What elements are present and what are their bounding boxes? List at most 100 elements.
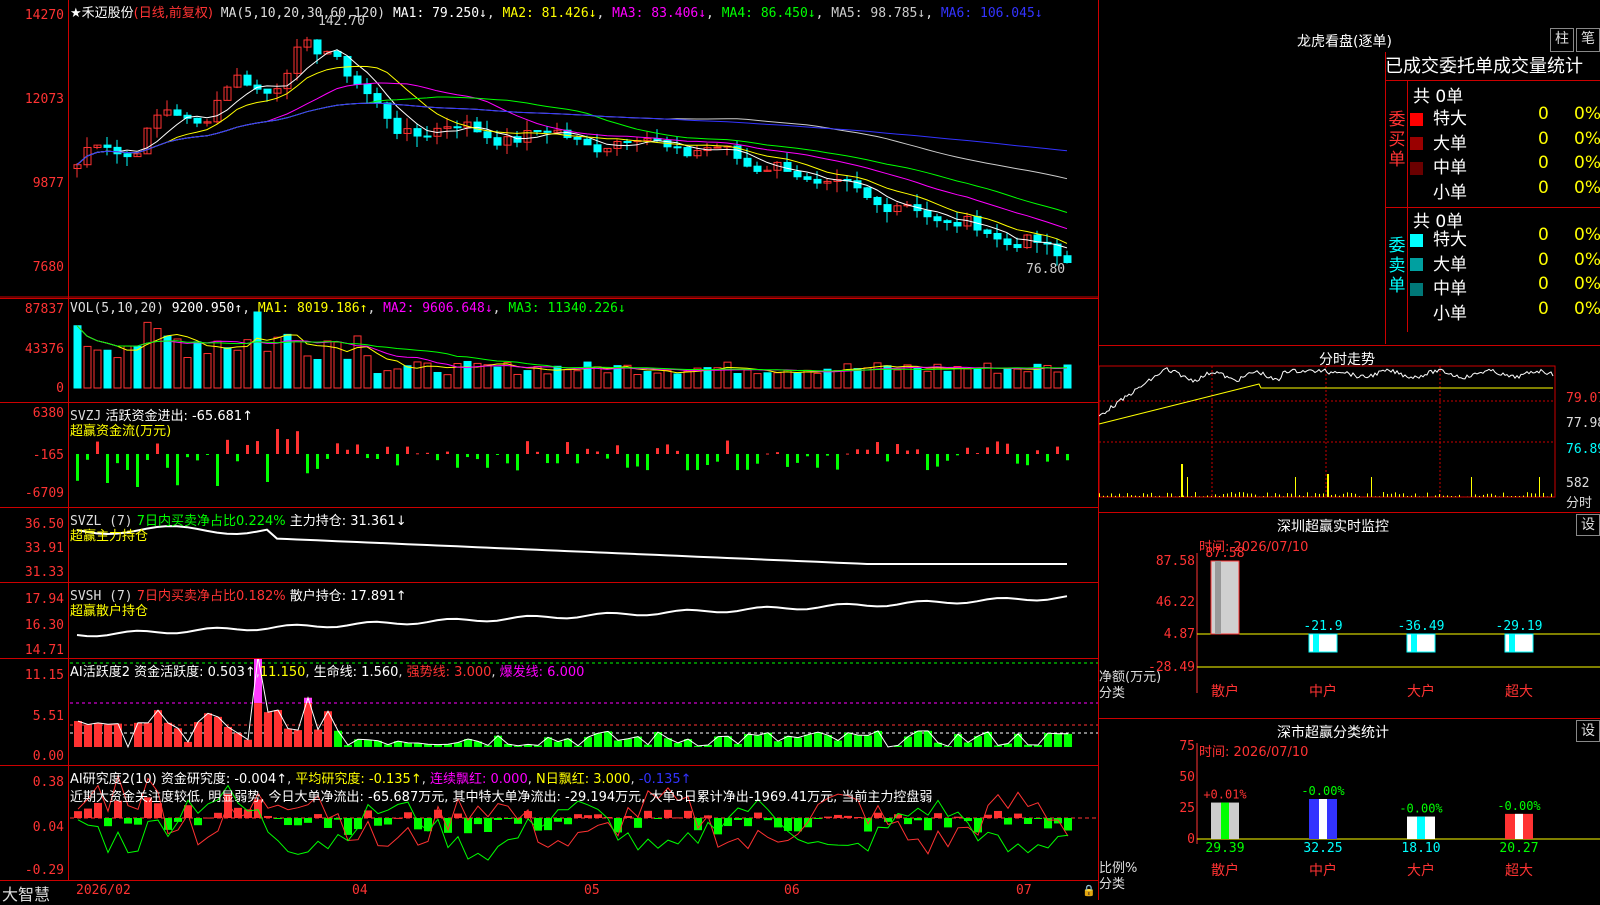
research-bar [1024,818,1032,824]
research-bar [674,817,682,818]
intraday-chart[interactable] [1099,346,1600,512]
flow-bar [576,454,579,463]
order-size-label: 特大 [1433,109,1467,129]
research-bar [264,816,272,818]
volume-bar [774,373,781,388]
volume-bar [164,336,171,388]
realtime-monitor-panel[interactable]: 深圳超赢实时监控 设 时间: 2026/07/10 87.5846.224.87… [1098,513,1600,719]
volume-bar [1004,368,1011,388]
flow-bar [646,454,649,470]
volume-bar [944,371,951,388]
research-bar [924,818,932,830]
chart-mode[interactable]: (日线,前复权) [134,6,213,21]
order-count: 0 [1538,274,1549,294]
volume-tick [1251,494,1252,497]
flow-bar [496,454,499,455]
volume-tick [1443,496,1444,497]
svsh-panel[interactable]: 17.94 16.30 14.71 SVSH (7) 7日内买卖净占比0.182… [0,583,1098,659]
volume-tick [1319,494,1320,497]
order-row-sell: 特大00% [1410,225,1594,247]
research-bar [664,810,672,818]
activity-bar [964,742,972,747]
volume-bar [154,329,161,388]
research-bar [564,818,572,824]
research-bar [764,818,772,820]
candlestick-chart[interactable] [0,0,1098,298]
delta-label: +0.01% [1203,788,1247,802]
volume-tick [1159,496,1160,497]
divider [1407,80,1408,332]
activity-bar [74,721,82,747]
lock-icon[interactable]: 🔒 [1082,884,1096,897]
volume-panel[interactable]: 87837 43376 0 VOL(5,10,20) 9200.950↑, MA… [0,299,1098,403]
svzl-panel[interactable]: 36.50 33.91 31.33 SVZL (7) 7日内买卖净占比0.224… [0,508,1098,583]
volume-bar [954,367,961,388]
vol-label: VOL(5,10,20) [70,301,164,316]
delta-label: -0.00% [1301,784,1345,798]
activity-bar [854,735,862,747]
activity-bar [314,730,322,747]
delta-label: -0.00% [1399,802,1443,816]
flow-bar [906,451,909,454]
flow-bar [786,454,789,467]
research-panel[interactable]: 0.38 0.04 -0.29 AI研究度2(10) 资金研究度: -0.004… [0,766,1098,880]
color-swatch [1410,283,1423,296]
net-amount-chart[interactable]: 87.5846.224.87-28.4987.58散户-21.9中户-36.49… [1099,513,1600,718]
flow-bar [956,454,959,455]
intraday-panel[interactable]: 分时走势 79.07 77.98 76.89 582 分时 [1098,346,1600,513]
activity-bar [774,741,782,747]
volume-bar [854,369,861,388]
volume-tick [1479,496,1480,497]
svzl-holding: 主力持仓: 31.361↓ [290,514,407,529]
classification-panel[interactable]: 深市超赢分类统计 设 时间: 2026/07/10 7550250+0.01%2… [1098,719,1600,900]
flow-bar [636,454,639,466]
flow-bar [1036,450,1039,454]
candle [864,188,871,198]
candle [714,147,721,148]
volume-tick [1495,495,1496,497]
volume-spike [1181,464,1183,497]
order-count: 0 [1538,250,1549,270]
ratio-value-label: 29.39 [1205,841,1244,856]
volume-bar [464,361,471,388]
volume-tick [1127,493,1128,497]
y-tick: 76.89 [1566,442,1600,457]
tick-view-button[interactable]: 笔 [1576,28,1600,52]
y-tick: 77.98 [1566,416,1600,431]
volume-bar [664,370,671,388]
research-bar [394,818,402,819]
price-panel[interactable]: 14270 12073 9877 7680 ★禾迈股份(日线,前复权) MA(5… [0,0,1098,299]
candle [924,211,931,217]
ratio-chart[interactable]: 7550250+0.01%29.39散户-0.00%32.25中户-0.00%1… [1099,719,1600,900]
order-percent: 0% [1574,299,1600,319]
bar-view-button[interactable]: 柱 [1550,28,1574,52]
volume-tick [1283,496,1284,497]
volume-bar [134,346,141,388]
ai-activity-panel[interactable]: 11.15 5.51 0.00 AI活跃度2 资金活跃度: 0.503↑,11.… [0,659,1098,766]
activity-bar [284,729,292,747]
flow-bar [1006,444,1009,454]
volume-bar [374,374,381,388]
flow-bar [156,444,159,454]
volume-tick [1311,496,1312,497]
flow-bar [736,454,739,470]
order-size-label: 中单 [1433,279,1467,299]
svsh-ratio: 7日内买卖净占比0.182% [137,589,286,604]
volume-bar [274,337,281,388]
volume-tick [1407,496,1408,497]
y-tick: 50 [1179,770,1195,785]
candle [884,205,891,212]
order-count: 0 [1538,178,1549,198]
svzj-panel[interactable]: 6380 -165 -6709 SVZJ 活跃资金进出: -65.681↑ 超赢… [0,403,1098,508]
order-row-sell: 大单00% [1410,250,1594,272]
volume-tick [1487,494,1488,497]
activity-bar [174,728,182,747]
research-bar [104,818,112,826]
candle [244,75,251,85]
candle [814,179,821,183]
volume-tick [1503,493,1504,497]
svzl-ratio: 7日内买卖净占比0.224% [137,514,286,529]
volume-bar [184,358,191,388]
volume-bar [834,371,841,388]
research-bar [404,812,412,818]
